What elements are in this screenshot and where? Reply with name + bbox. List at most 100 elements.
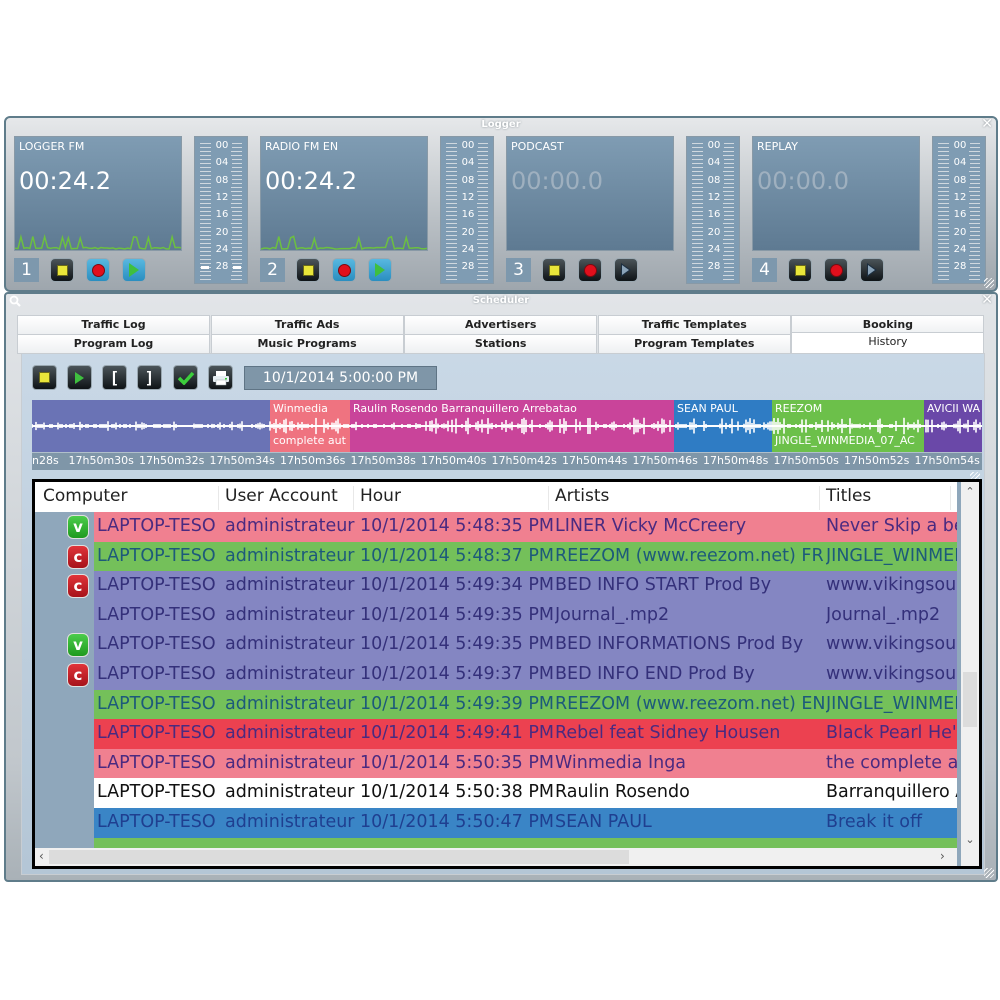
play-button[interactable] bbox=[860, 258, 884, 282]
meter-tick-label: 16 bbox=[458, 209, 478, 221]
print-button[interactable] bbox=[208, 365, 233, 390]
resize-grip-icon[interactable] bbox=[984, 278, 994, 288]
tab-advertisers[interactable]: Advertisers bbox=[404, 315, 598, 335]
column-header-computer[interactable]: Computer bbox=[43, 486, 219, 510]
channel-display: REPLAY 00:00.0 bbox=[752, 136, 920, 251]
play-button[interactable] bbox=[368, 258, 392, 282]
timeline-segment[interactable]: AVICII WA bbox=[924, 400, 982, 452]
mark-in-icon: [ bbox=[109, 367, 120, 387]
tab-history[interactable]: History bbox=[791, 332, 985, 354]
record-button[interactable] bbox=[332, 258, 356, 282]
cell-user: administrateur bbox=[225, 812, 355, 832]
mark-out-button[interactable]: ] bbox=[137, 365, 162, 390]
record-button[interactable] bbox=[86, 258, 110, 282]
table-row[interactable]: LAPTOP-TESO administrateur 10/1/2014 5:49:… bbox=[35, 719, 957, 749]
timeline-segment[interactable]: Winmedia complete aut bbox=[270, 400, 350, 452]
scroll-down-icon[interactable]: ⌄ bbox=[961, 833, 979, 846]
meter-tick-label: 04 bbox=[950, 157, 970, 169]
play-button[interactable] bbox=[67, 365, 92, 390]
peak-indicator bbox=[233, 266, 241, 269]
cell-artist: Raulin Rosendo bbox=[555, 782, 690, 803]
meter-tick-label: 00 bbox=[458, 140, 478, 151]
record-button[interactable] bbox=[578, 258, 602, 282]
cell-title: JINGLE_WINMEDIA bbox=[826, 545, 957, 566]
validate-button[interactable] bbox=[173, 365, 198, 390]
mark-in-button[interactable]: [ bbox=[102, 365, 127, 390]
timeline-segment[interactable] bbox=[32, 400, 270, 452]
table-row[interactable]: LAPTOP-TESO administrateur 10/1/2014 5:49:… bbox=[35, 600, 957, 631]
tab-traffic-ads[interactable]: Traffic Ads bbox=[210, 315, 404, 335]
scroll-up-icon[interactable]: ⌃ bbox=[961, 485, 979, 498]
cell-computer: LAPTOP-TESO bbox=[97, 752, 216, 773]
cell-hour: 10/1/2014 5:49:41 PM bbox=[360, 723, 553, 744]
stop-button[interactable] bbox=[542, 258, 566, 282]
scroll-thumb[interactable] bbox=[963, 672, 977, 727]
stop-button[interactable] bbox=[32, 365, 57, 390]
meter-tick-label: 04 bbox=[704, 157, 724, 169]
scroll-thumb[interactable] bbox=[49, 850, 629, 864]
cell-artist: BED INFO END Prod By bbox=[555, 664, 755, 684]
timeline-segment[interactable]: REEZOM JINGLE_WINMEDIA_07_AC bbox=[772, 400, 924, 452]
column-header-titles[interactable]: Titles bbox=[826, 486, 951, 510]
cell-computer: LAPTOP-TESO bbox=[97, 782, 216, 803]
cell-artist: LINER Vicky McCreery bbox=[555, 516, 747, 536]
meter-tick-label: 08 bbox=[704, 174, 724, 186]
column-header-artists[interactable]: Artists bbox=[555, 486, 820, 510]
cell-computer: LAPTOP-TESO bbox=[97, 812, 216, 832]
table-row[interactable]: c LAPTOP-TESO administrateur 10/1/2014 5:49… bbox=[35, 660, 957, 690]
stop-button[interactable] bbox=[296, 258, 320, 282]
table-row[interactable]: c LAPTOP-TESO administrateur 10/1/2014 5:48… bbox=[35, 541, 957, 572]
timeline-tick-label: 17h50m34s bbox=[209, 454, 275, 467]
tab-traffic-log[interactable]: Traffic Log bbox=[17, 315, 210, 335]
timeline-ruler: n28s 17h50m30s 17h50m32s 17h50m34s 17h50m36s… bbox=[32, 452, 982, 470]
stop-button[interactable] bbox=[50, 258, 74, 282]
meter-tick-label: 00 bbox=[704, 140, 724, 151]
segment-label: SEAN PAUL bbox=[677, 402, 738, 415]
close-icon[interactable]: ✕ bbox=[981, 293, 993, 307]
level-graph bbox=[261, 234, 427, 250]
tab-program-templates[interactable]: Program Templates bbox=[597, 334, 791, 354]
scroll-right-icon[interactable]: › bbox=[940, 849, 945, 863]
cancelled-badge-icon: c bbox=[67, 544, 89, 569]
date-field[interactable]: 10/1/2014 5:00:00 PM bbox=[244, 366, 437, 390]
play-button[interactable] bbox=[614, 258, 638, 282]
meter-tick-label: 24 bbox=[704, 243, 724, 255]
tab-music-programs[interactable]: Music Programs bbox=[210, 334, 404, 354]
meter-tick-label: 28 bbox=[458, 261, 478, 273]
tab-traffic-templates[interactable]: Traffic Templates bbox=[597, 315, 791, 335]
cell-computer: LAPTOP-TESO bbox=[97, 693, 216, 714]
cell-computer: LAPTOP-TESO bbox=[97, 604, 216, 625]
table-row[interactable]: LAPTOP-TESO administrateur 10/1/2014 5:50:… bbox=[35, 748, 957, 779]
timeline-track[interactable]: Winmedia complete aut Raulin Rosendo Barr… bbox=[32, 400, 982, 452]
horizontal-scrollbar[interactable]: ‹ › bbox=[35, 848, 957, 866]
meter-tick-label: 12 bbox=[704, 191, 724, 203]
timeline-segment[interactable]: Raulin Rosendo Barranquillero Arrebatao bbox=[350, 400, 674, 452]
tab-stations[interactable]: Stations bbox=[404, 334, 598, 354]
table-row[interactable]: v LAPTOP-TESO administrateur 10/1/2014 5:48… bbox=[35, 512, 957, 542]
cell-title: Barranquillero Ar bbox=[826, 782, 957, 803]
cell-user: administrateur bbox=[225, 752, 355, 773]
table-row[interactable]: LAPTOP-TESO administrateur 10/1/2014 5:49:… bbox=[35, 689, 957, 720]
meter-tick-label: 12 bbox=[458, 191, 478, 203]
meter-tick-label: 04 bbox=[212, 157, 232, 169]
resize-grip-icon[interactable] bbox=[984, 868, 994, 878]
channel-display: PODCAST 00:00.0 bbox=[506, 136, 674, 251]
play-button[interactable] bbox=[122, 258, 146, 282]
table-row[interactable]: LAPTOP-TESO administrateur 10/1/2014 5:50:… bbox=[35, 808, 957, 838]
table-row[interactable]: LAPTOP-TESO administrateur 10/1/2014 5:50:… bbox=[35, 778, 957, 808]
stop-button[interactable] bbox=[788, 258, 812, 282]
column-header-user-account[interactable]: User Account bbox=[225, 486, 354, 510]
record-button[interactable] bbox=[824, 258, 848, 282]
scroll-left-icon[interactable]: ‹ bbox=[39, 849, 44, 863]
tab-program-log[interactable]: Program Log bbox=[17, 334, 210, 354]
column-header-hour[interactable]: Hour bbox=[360, 486, 549, 510]
meter-tick-label: 28 bbox=[950, 261, 970, 273]
table-row[interactable]: c LAPTOP-TESO administrateur 10/1/2014 5:49… bbox=[35, 571, 957, 601]
vertical-scrollbar[interactable]: ⌃ ⌄ bbox=[961, 482, 979, 866]
close-icon[interactable]: ✕ bbox=[981, 117, 993, 131]
timeline[interactable]: Winmedia complete aut Raulin Rosendo Barr… bbox=[32, 400, 982, 470]
table-row[interactable]: v LAPTOP-TESO administrateur 10/1/2014 5:49… bbox=[35, 630, 957, 660]
meter-tick-label: 24 bbox=[458, 243, 478, 255]
channel-name: LOGGER FM bbox=[19, 140, 85, 153]
timeline-segment[interactable]: SEAN PAUL bbox=[674, 400, 772, 452]
